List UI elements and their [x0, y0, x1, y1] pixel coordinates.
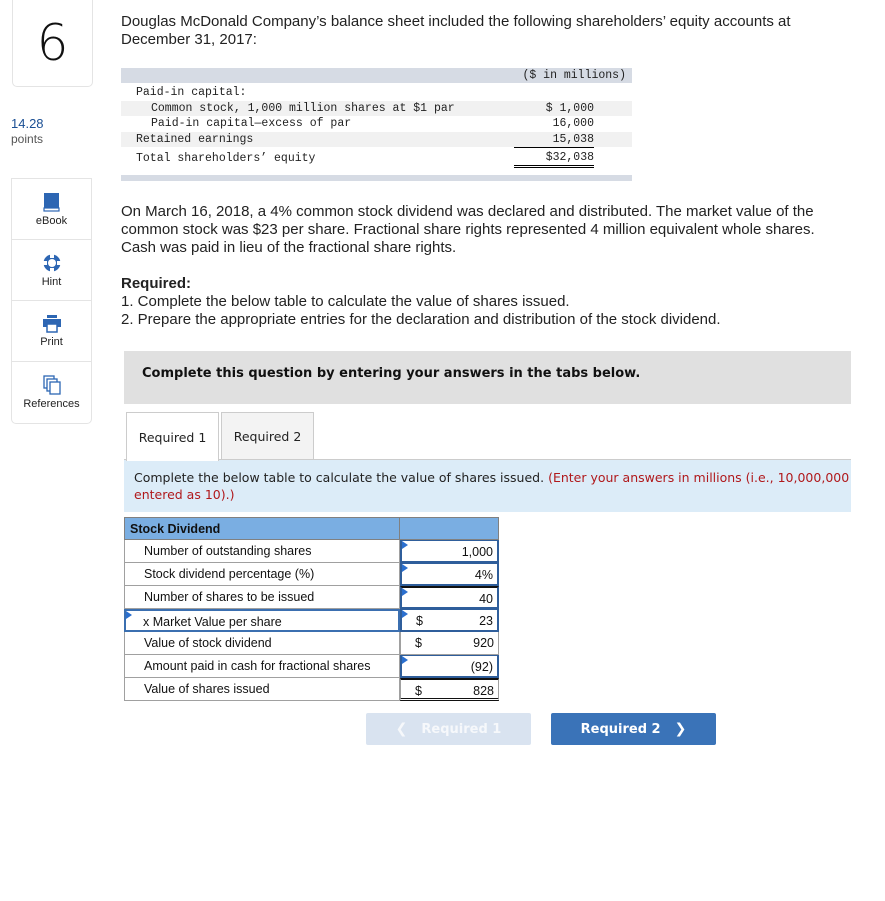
tools-panel: eBook Hint Print References — [11, 178, 92, 424]
shares-issued-value-cell: $ 828 — [400, 678, 499, 701]
cell-value: 4% — [474, 568, 493, 582]
input-marker-icon — [126, 611, 132, 619]
ebook-button[interactable]: eBook — [12, 179, 91, 240]
tab-required-1[interactable]: Required 1 — [126, 412, 219, 461]
shares-to-issue-input[interactable]: 40 — [400, 586, 499, 609]
bs-label: Paid-in capital—excess of par — [151, 117, 352, 130]
bs-label: Total shareholders’ equity — [136, 152, 316, 165]
question-number-box: 6 — [12, 0, 93, 87]
hint-button[interactable]: Hint — [12, 240, 91, 301]
bs-row: Retained earnings 15,038 — [121, 131, 632, 148]
dollar-sign: $ — [415, 684, 422, 698]
printer-icon — [42, 314, 61, 333]
row-label: x Market Value per share — [143, 615, 282, 629]
instruction-note: (Enter your answers in millions (i.e., 1… — [548, 470, 851, 485]
cell-value: (92) — [470, 660, 493, 674]
required-heading: Required: — [121, 275, 192, 292]
dividend-percentage-input[interactable]: 4% — [400, 563, 499, 586]
cell-value: 920 — [473, 636, 494, 650]
bs-label: Paid-in capital: — [136, 86, 247, 99]
instructions-banner: Complete this question by entering your … — [124, 351, 851, 404]
points-value: 14.28 — [11, 116, 44, 131]
cell-value: 23 — [479, 614, 493, 628]
cell-value: 828 — [473, 684, 494, 698]
required-item: 1. Complete the below table to calculate… — [121, 293, 570, 310]
chevron-left-icon: ❮ — [395, 721, 408, 737]
next-tab-button[interactable]: Required 2 ❯ — [551, 713, 716, 745]
cell-value: 40 — [479, 592, 493, 606]
bs-label: Retained earnings — [136, 132, 254, 146]
points-label: points — [11, 132, 44, 146]
chevron-right-icon: ❯ — [674, 721, 687, 737]
bs-row: Total shareholders’ equity $32,038 — [121, 151, 632, 168]
bs-amount: $32,038 — [514, 151, 594, 168]
tab-required-2[interactable]: Required 2 — [221, 412, 314, 460]
input-marker-icon — [402, 610, 408, 618]
print-button[interactable]: Print — [12, 301, 91, 362]
next-label: Required 2 — [580, 721, 661, 737]
market-value-label-input[interactable]: x Market Value per share — [124, 609, 400, 632]
row-label: Number of shares to be issued — [124, 586, 400, 609]
tab-instructions: Complete the below table to calculate th… — [124, 459, 851, 512]
row-label: Stock dividend percentage (%) — [124, 563, 400, 586]
input-marker-icon — [402, 541, 408, 549]
balance-sheet-header: ($ in millions) — [121, 68, 632, 83]
documents-icon — [42, 375, 61, 395]
dollar-sign: $ — [416, 614, 423, 628]
prev-label: Required 1 — [421, 721, 502, 737]
row-label: Value of stock dividend — [124, 632, 400, 655]
instruction-note-cont: entered as 10).) — [134, 487, 235, 502]
required-item: 2. Prepare the appropriate entries for t… — [121, 311, 721, 328]
hint-label: Hint — [41, 275, 62, 288]
input-marker-icon — [402, 564, 408, 572]
previous-tab-button[interactable]: ❮ Required 1 — [366, 713, 531, 745]
row-label: Number of outstanding shares — [124, 540, 400, 563]
book-icon — [42, 192, 60, 212]
row-label: Value of shares issued — [124, 678, 400, 701]
instruction-text: Complete the below table to calculate th… — [134, 470, 545, 485]
bs-amount: 16,000 — [552, 117, 594, 130]
bs-row: Common stock, 1,000 million shares at $1… — [121, 100, 632, 116]
required-section: Required: 1. Complete the below table to… — [121, 275, 851, 329]
input-marker-icon — [402, 588, 408, 596]
outstanding-shares-input[interactable]: 1,000 — [400, 540, 499, 563]
cell-value: 1,000 — [461, 545, 493, 559]
ebook-label: eBook — [35, 214, 68, 227]
scenario-text: On March 16, 2018, a 4% common stock div… — [121, 203, 815, 256]
units-label: ($ in millions) — [522, 69, 626, 82]
bs-amount: $ 1,000 — [545, 101, 594, 115]
balance-sheet-table: ($ in millions) Paid-in capital: Common … — [121, 68, 632, 181]
market-value-input[interactable]: $ 23 — [400, 609, 499, 632]
question-number: 6 — [36, 14, 69, 72]
print-label: Print — [40, 335, 63, 348]
stock-dividend-value-cell: $ 920 — [400, 632, 499, 655]
intro-text: Douglas McDonald Company’s balance sheet… — [121, 13, 791, 48]
bs-row: Paid-in capital—excess of par 16,000 — [121, 116, 632, 132]
bs-amount: 15,038 — [514, 132, 594, 148]
fractional-cash-input[interactable]: (92) — [400, 655, 499, 678]
dollar-sign: $ — [415, 636, 422, 650]
lifebuoy-icon — [42, 253, 61, 272]
points-display: 14.28 points — [11, 116, 44, 146]
balance-sheet-footer — [121, 174, 632, 181]
bs-row: Paid-in capital: — [121, 85, 632, 101]
table-header-value — [399, 517, 499, 540]
row-label: Amount paid in cash for fractional share… — [124, 655, 400, 678]
bs-label: Common stock, 1,000 million shares at $1… — [151, 101, 455, 115]
references-label: References — [23, 398, 80, 410]
input-marker-icon — [402, 656, 408, 664]
references-button[interactable]: References — [12, 362, 91, 423]
